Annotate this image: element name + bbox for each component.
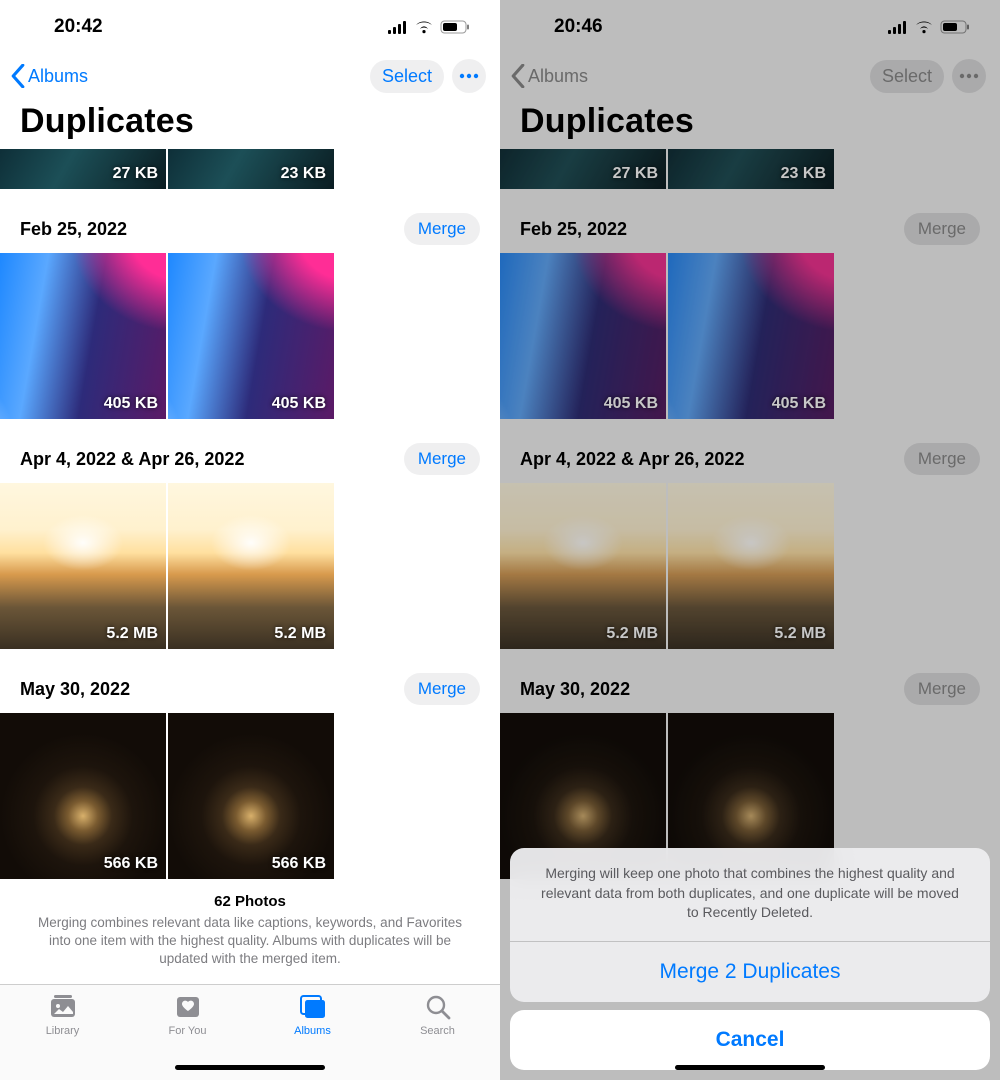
file-size: 405 KB xyxy=(604,395,658,413)
file-size: 23 KB xyxy=(781,165,826,183)
footer-description: Merging combines relevant data like capt… xyxy=(28,914,472,969)
tab-search[interactable]: Search xyxy=(393,993,483,1080)
tab-label: For You xyxy=(169,1025,207,1037)
ellipsis-icon xyxy=(459,73,479,79)
merge-duplicates-button[interactable]: Merge 2 Duplicates xyxy=(510,942,990,1002)
group-date: Apr 4, 2022 & Apr 26, 2022 xyxy=(20,449,244,470)
photo-thumbnail: 27 KB xyxy=(500,149,666,189)
merge-button: Merge xyxy=(904,213,980,245)
file-size: 405 KB xyxy=(772,395,826,413)
back-button: Albums xyxy=(510,64,588,88)
file-size: 405 KB xyxy=(272,395,326,413)
wifi-icon xyxy=(914,20,934,34)
action-sheet-card: Merging will keep one photo that combine… xyxy=(510,848,990,1002)
wifi-icon xyxy=(414,20,434,34)
page-title: Duplicates xyxy=(500,98,1000,149)
content[interactable]: 27 KB 23 KB Feb 25, 2022 Merge 405 KB 40… xyxy=(0,149,500,984)
nav-bar: Albums Select xyxy=(500,54,1000,98)
status-bar: 20:42 xyxy=(0,0,500,54)
status-time: 20:46 xyxy=(554,16,603,38)
file-size: 5.2 MB xyxy=(606,625,658,643)
file-size: 23 KB xyxy=(281,165,326,183)
duplicate-group: Feb 25, 2022 Merge 405 KB 405 KB xyxy=(500,189,1000,419)
partial-group-row: 27 KB 23 KB xyxy=(500,149,1000,189)
merge-button[interactable]: Merge xyxy=(404,443,480,475)
cellular-icon xyxy=(888,21,908,34)
merge-button[interactable]: Merge xyxy=(404,213,480,245)
tab-label: Albums xyxy=(294,1025,331,1037)
photo-thumbnail[interactable]: 23 KB xyxy=(168,149,334,189)
action-sheet-message: Merging will keep one photo that combine… xyxy=(510,848,990,942)
photo-thumbnail[interactable]: 405 KB xyxy=(0,253,166,419)
file-size: 27 KB xyxy=(613,165,658,183)
duplicate-group: May 30, 2022 Merge 566 KB 566 KB xyxy=(0,649,500,879)
albums-icon xyxy=(298,993,328,1021)
photo-thumbnail: 23 KB xyxy=(668,149,834,189)
file-size: 5.2 MB xyxy=(274,625,326,643)
photo-thumbnail: 5.2 MB xyxy=(668,483,834,649)
photo-thumbnail[interactable]: 405 KB xyxy=(168,253,334,419)
merge-button: Merge xyxy=(904,443,980,475)
battery-icon xyxy=(440,20,470,34)
status-icons xyxy=(888,20,970,34)
back-label: Albums xyxy=(528,66,588,87)
photo-count: 62 Photos xyxy=(28,893,472,910)
status-bar: 20:46 xyxy=(500,0,1000,54)
tab-library[interactable]: Library xyxy=(18,993,108,1080)
chevron-left-icon xyxy=(510,64,526,88)
photo-thumbnail[interactable]: 5.2 MB xyxy=(168,483,334,649)
phone-left: 20:42 Albums Select Duplicates 27 KB 23 … xyxy=(0,0,500,1080)
photo-thumbnail: 405 KB xyxy=(500,253,666,419)
back-label: Albums xyxy=(28,66,88,87)
select-button[interactable]: Select xyxy=(370,60,444,93)
tab-label: Library xyxy=(46,1025,80,1037)
photo-thumbnail[interactable]: 5.2 MB xyxy=(0,483,166,649)
photo-thumbnail[interactable]: 27 KB xyxy=(0,149,166,189)
home-indicator[interactable] xyxy=(175,1065,325,1070)
duplicate-group: Apr 4, 2022 & Apr 26, 2022 Merge 5.2 MB … xyxy=(500,419,1000,649)
file-size: 5.2 MB xyxy=(106,625,158,643)
more-button xyxy=(952,59,986,93)
photo-thumbnail[interactable]: 566 KB xyxy=(168,713,334,879)
photo-thumbnail: 5.2 MB xyxy=(500,483,666,649)
file-size: 566 KB xyxy=(272,855,326,873)
cellular-icon xyxy=(388,21,408,34)
back-button[interactable]: Albums xyxy=(10,64,88,88)
status-icons xyxy=(388,20,470,34)
search-icon xyxy=(423,993,453,1021)
file-size: 566 KB xyxy=(104,855,158,873)
photo-thumbnail[interactable]: 566 KB xyxy=(0,713,166,879)
tab-label: Search xyxy=(420,1025,455,1037)
file-size: 5.2 MB xyxy=(774,625,826,643)
group-date: May 30, 2022 xyxy=(20,679,130,700)
nav-bar: Albums Select xyxy=(0,54,500,98)
group-date: Apr 4, 2022 & Apr 26, 2022 xyxy=(520,449,744,470)
group-date: Feb 25, 2022 xyxy=(520,219,627,240)
file-size: 27 KB xyxy=(113,165,158,183)
status-time: 20:42 xyxy=(54,16,103,38)
merge-button[interactable]: Merge xyxy=(404,673,480,705)
duplicate-group: May 30, 2022 Merge xyxy=(500,649,1000,879)
duplicate-group: Feb 25, 2022 Merge 405 KB 405 KB xyxy=(0,189,500,419)
partial-group-row: 27 KB 23 KB xyxy=(0,149,500,189)
page-title: Duplicates xyxy=(0,98,500,149)
file-size: 405 KB xyxy=(104,395,158,413)
action-sheet: Merging will keep one photo that combine… xyxy=(500,848,1000,1080)
library-icon xyxy=(48,993,78,1021)
foryou-icon xyxy=(173,993,203,1021)
group-date: May 30, 2022 xyxy=(520,679,630,700)
home-indicator[interactable] xyxy=(675,1065,825,1070)
phone-right: 20:46 Albums Select Duplicates 27 KB 23 … xyxy=(500,0,1000,1080)
cancel-button[interactable]: Cancel xyxy=(510,1010,990,1070)
photo-thumbnail: 405 KB xyxy=(668,253,834,419)
footer-summary: 62 Photos Merging combines relevant data… xyxy=(0,879,500,969)
ellipsis-icon xyxy=(959,73,979,79)
duplicate-group: Apr 4, 2022 & Apr 26, 2022 Merge 5.2 MB … xyxy=(0,419,500,649)
chevron-left-icon xyxy=(10,64,26,88)
group-date: Feb 25, 2022 xyxy=(20,219,127,240)
battery-icon xyxy=(940,20,970,34)
select-button: Select xyxy=(870,60,944,93)
merge-button: Merge xyxy=(904,673,980,705)
more-button[interactable] xyxy=(452,59,486,93)
